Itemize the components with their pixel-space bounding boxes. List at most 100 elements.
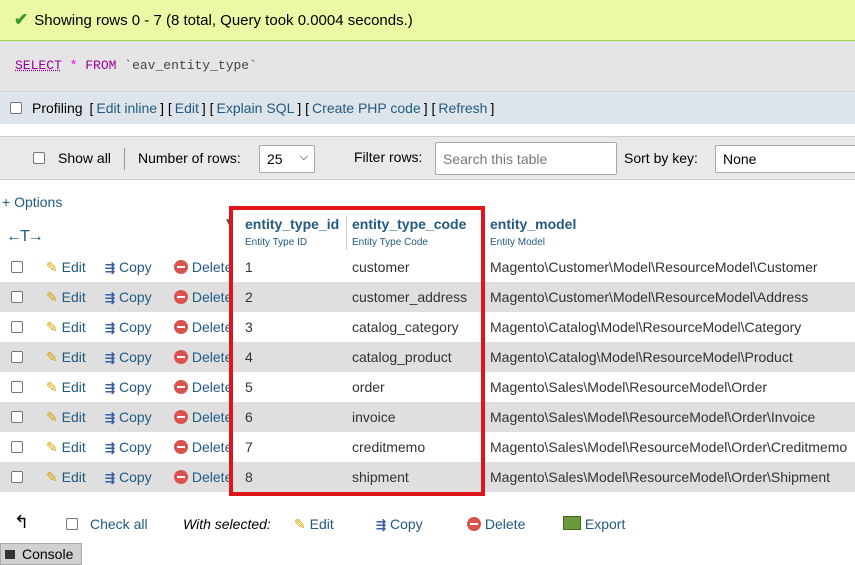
bulk-export-button[interactable]: Export <box>563 516 625 532</box>
delete-button[interactable]: Delete <box>174 259 232 275</box>
copy-button[interactable]: ⇶ Copy <box>105 409 152 425</box>
profiling-checkbox[interactable] <box>10 102 22 114</box>
cell-entity-type-code[interactable]: order <box>352 379 385 395</box>
edit-button[interactable]: ✎ Edit <box>46 259 86 276</box>
delete-button[interactable]: Delete <box>174 409 232 425</box>
check-all-label[interactable]: Check all <box>90 516 148 532</box>
delete-label: Delete <box>191 259 233 275</box>
bulk-edit-button[interactable]: ✎ Edit <box>294 516 334 533</box>
row-checkbox[interactable] <box>11 351 23 363</box>
cell-entity-type-code[interactable]: catalog_category <box>352 319 459 335</box>
bracket: ] [ <box>160 100 172 116</box>
sql-query[interactable]: SELECT * FROM `eav_entity_type` <box>15 58 257 73</box>
sort-desc-icon[interactable]: ▼ <box>224 217 234 228</box>
options-link[interactable]: + Options <box>2 194 62 210</box>
copy-button[interactable]: ⇶ Copy <box>105 349 152 365</box>
cell-entity-type-id[interactable]: 8 <box>245 469 253 485</box>
row-checkbox[interactable] <box>11 411 23 423</box>
row-checkbox[interactable] <box>11 321 23 333</box>
copy-label: Copy <box>118 259 152 275</box>
bulk-copy-button[interactable]: ⇶ Copy <box>376 516 423 532</box>
cell-entity-type-id[interactable]: 2 <box>245 289 253 305</box>
cell-entity-model[interactable]: Magento\Sales\Model\ResourceModel\Order <box>490 379 767 395</box>
edit-button[interactable]: ✎ Edit <box>46 439 86 456</box>
edit-label: Edit <box>61 439 86 455</box>
console-tab[interactable]: Console <box>0 543 82 565</box>
delete-button[interactable]: Delete <box>174 379 232 395</box>
copy-button[interactable]: ⇶ Copy <box>105 379 152 395</box>
cell-entity-type-id[interactable]: 5 <box>245 379 253 395</box>
edit-button[interactable]: ✎ Edit <box>46 289 86 306</box>
table-row: ✎ Edit ⇶ Copy Delete 2 customer_address … <box>0 282 855 312</box>
bulk-delete-label: Delete <box>484 516 526 532</box>
row-checkbox[interactable] <box>11 441 23 453</box>
sql-table-name: `eav_entity_type` <box>124 58 257 73</box>
cell-entity-model[interactable]: Magento\Catalog\Model\ResourceModel\Prod… <box>490 349 793 365</box>
copy-button[interactable]: ⇶ Copy <box>105 319 152 335</box>
cell-entity-model[interactable]: Magento\Customer\Model\ResourceModel\Cus… <box>490 259 818 275</box>
row-checkbox[interactable] <box>11 291 23 303</box>
cell-entity-type-code[interactable]: customer <box>352 259 410 275</box>
explain-sql-link[interactable]: Explain SQL <box>217 100 295 116</box>
copy-button[interactable]: ⇶ Copy <box>105 439 152 455</box>
cell-entity-type-code[interactable]: catalog_product <box>352 349 452 365</box>
bulk-delete-button[interactable]: Delete <box>467 516 525 532</box>
edit-inline-link[interactable]: Edit inline <box>96 100 157 116</box>
row-checkbox[interactable] <box>11 471 23 483</box>
copy-icon: ⇶ <box>105 411 116 425</box>
row-checkbox[interactable] <box>11 261 23 273</box>
sql-select-keyword[interactable]: SELECT <box>15 58 62 73</box>
filter-rows-label: Filter rows: <box>354 149 423 165</box>
edit-button[interactable]: ✎ Edit <box>46 349 86 366</box>
cell-entity-model[interactable]: Magento\Customer\Model\ResourceModel\Add… <box>490 289 808 305</box>
cell-entity-type-code[interactable]: invoice <box>352 409 396 425</box>
edit-query-link[interactable]: Edit <box>175 100 199 116</box>
sql-query-box: SELECT * FROM `eav_entity_type` <box>0 41 855 91</box>
delete-icon <box>467 517 481 531</box>
pencil-icon: ✎ <box>46 439 58 455</box>
column-header-entity-type-code[interactable]: entity_type_code <box>352 216 466 232</box>
copy-label: Copy <box>118 469 152 485</box>
cell-entity-type-code[interactable]: customer_address <box>352 289 467 305</box>
edit-button[interactable]: ✎ Edit <box>46 409 86 426</box>
edit-button[interactable]: ✎ Edit <box>46 469 86 486</box>
show-all-label[interactable]: Show all <box>58 150 111 166</box>
cell-entity-model[interactable]: Magento\Sales\Model\ResourceModel\Order\… <box>490 469 830 485</box>
column-header-entity-model[interactable]: entity_model <box>490 216 576 232</box>
pencil-icon: ✎ <box>46 469 58 485</box>
number-of-rows-select[interactable]: 25 ⌵ <box>259 145 315 173</box>
delete-button[interactable]: Delete <box>174 439 232 455</box>
cell-entity-type-id[interactable]: 3 <box>245 319 253 335</box>
cell-entity-model[interactable]: Magento\Sales\Model\ResourceModel\Order\… <box>490 439 847 455</box>
create-php-code-link[interactable]: Create PHP code <box>312 100 421 116</box>
pencil-icon: ✎ <box>46 259 58 275</box>
cell-entity-type-id[interactable]: 1 <box>245 259 253 275</box>
cell-entity-model[interactable]: Magento\Sales\Model\ResourceModel\Order\… <box>490 409 815 425</box>
edit-button[interactable]: ✎ Edit <box>46 319 86 336</box>
cell-entity-type-id[interactable]: 4 <box>245 349 253 365</box>
filter-rows-input[interactable]: Search this table <box>435 142 617 175</box>
delete-button[interactable]: Delete <box>174 319 232 335</box>
cell-entity-model[interactable]: Magento\Catalog\Model\ResourceModel\Cate… <box>490 319 801 335</box>
show-all-checkbox[interactable] <box>33 152 45 164</box>
sort-by-key-select[interactable]: None <box>715 145 855 173</box>
copy-icon: ⇶ <box>105 381 116 395</box>
cell-entity-type-code[interactable]: creditmemo <box>352 439 425 455</box>
delete-button[interactable]: Delete <box>174 349 232 365</box>
delete-button[interactable]: Delete <box>174 289 232 305</box>
cell-entity-type-id[interactable]: 7 <box>245 439 253 455</box>
refresh-link[interactable]: Refresh <box>438 100 487 116</box>
copy-button[interactable]: ⇶ Copy <box>105 289 152 305</box>
delete-button[interactable]: Delete <box>174 469 232 485</box>
delete-icon <box>174 320 188 334</box>
column-resize-icon[interactable]: ←T→ <box>6 228 44 246</box>
delete-label: Delete <box>191 469 233 485</box>
copy-button[interactable]: ⇶ Copy <box>105 259 152 275</box>
edit-button[interactable]: ✎ Edit <box>46 379 86 396</box>
cell-entity-type-code[interactable]: shipment <box>352 469 409 485</box>
copy-button[interactable]: ⇶ Copy <box>105 469 152 485</box>
cell-entity-type-id[interactable]: 6 <box>245 409 253 425</box>
check-all-checkbox[interactable] <box>66 518 78 530</box>
column-header-entity-type-id[interactable]: entity_type_id <box>245 216 339 232</box>
row-checkbox[interactable] <box>11 381 23 393</box>
